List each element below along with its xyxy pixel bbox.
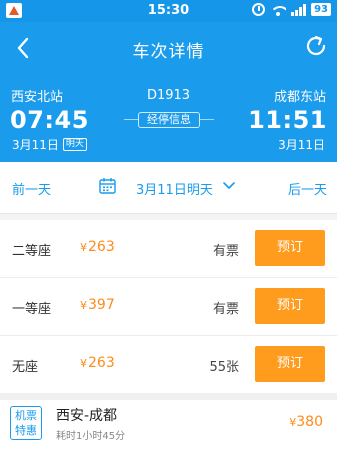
departure-date-wrap: 3月11日 明天 (12, 136, 87, 153)
promo-badge-line1: 机票 (15, 409, 37, 422)
next-day-button[interactable]: 后一天 (288, 179, 327, 198)
currency-symbol: ¥ (80, 357, 87, 370)
seat-class: 无座 (12, 360, 39, 375)
current-date[interactable]: 3月11日明天 (136, 179, 213, 198)
seat-class: 二等座 (12, 244, 52, 259)
departure-date: 3月11日 (12, 138, 59, 152)
nav-bar: 车次详情 (0, 22, 337, 74)
stops-connector: 经停信息 (124, 112, 214, 128)
arrival-station: 成都东站 (273, 90, 326, 105)
seat-availability: 有票 (212, 244, 239, 259)
arrival-date: 3月11日 (278, 138, 325, 152)
book-button[interactable]: 预订 (255, 346, 325, 382)
seat-price: ¥397 (80, 297, 115, 313)
signal-icon (291, 3, 307, 16)
price-value: 397 (88, 297, 115, 313)
currency-symbol: ¥ (80, 299, 87, 312)
seat-list: 二等座 ¥263 有票 预订 一等座 ¥397 有票 预订 无座 ¥263 55… (0, 220, 337, 394)
price-value: 380 (296, 414, 323, 430)
status-bar: 15:30 93 (0, 0, 337, 22)
seat-row: 无座 ¥263 55张 预订 (0, 336, 337, 394)
calendar-icon[interactable] (99, 177, 116, 194)
status-icons: 93 (252, 3, 331, 16)
seat-row: 一等座 ¥397 有票 预订 (0, 278, 337, 336)
price-value: 263 (88, 355, 115, 371)
price-value: 263 (88, 239, 115, 255)
seat-price: ¥263 (80, 355, 115, 371)
departure-time: 07:45 (10, 106, 89, 134)
departure-day-tag: 明天 (62, 138, 87, 151)
currency-symbol: ¥ (80, 241, 87, 254)
prev-day-button[interactable]: 前一天 (12, 179, 51, 198)
book-button[interactable]: 预订 (255, 230, 325, 266)
arrival-time: 11:51 (248, 106, 327, 134)
seat-class: 一等座 (12, 302, 52, 317)
promo-duration: 耗时1小时45分 (56, 431, 126, 442)
promo-badge: 机票 特惠 (10, 406, 42, 440)
wifi-icon (270, 4, 287, 16)
flight-promo-row[interactable]: 机票 特惠 西安-成都 耗时1小时45分 ¥380 (0, 393, 337, 450)
date-selector: 前一天 3月11日明天 后一天 (0, 162, 337, 214)
book-button[interactable]: 预订 (255, 288, 325, 324)
promo-route: 西安-成都 (56, 408, 118, 424)
refresh-icon[interactable] (303, 33, 329, 59)
promo-price: ¥380 (289, 414, 323, 430)
train-info-panel: 西安北站 07:45 3月11日 明天 D1913 经停信息 成都东站 11:5… (0, 74, 337, 162)
battery-icon: 93 (311, 3, 331, 16)
seat-price: ¥263 (80, 239, 115, 255)
chevron-down-icon[interactable] (222, 180, 236, 192)
seat-availability: 55张 (209, 360, 239, 375)
stops-info-button[interactable]: 经停信息 (138, 112, 200, 128)
alarm-icon (252, 3, 266, 16)
promo-badge-line2: 特惠 (15, 424, 37, 437)
seat-availability: 有票 (212, 302, 239, 317)
seat-row: 二等座 ¥263 有票 预订 (0, 220, 337, 278)
page-title: 车次详情 (132, 42, 205, 62)
